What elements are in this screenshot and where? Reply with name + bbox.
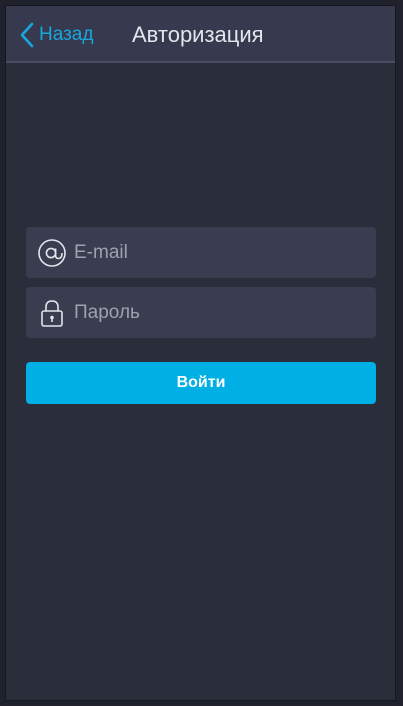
password-field-container[interactable] xyxy=(26,287,376,338)
login-button[interactable]: Войти xyxy=(26,362,376,404)
back-button[interactable]: Назад xyxy=(20,20,93,50)
email-field-container[interactable] xyxy=(26,227,376,278)
password-input[interactable] xyxy=(74,301,354,324)
lock-icon xyxy=(37,298,67,328)
login-screen: Назад Авторизация Войти xyxy=(5,5,396,701)
email-input[interactable] xyxy=(74,241,354,264)
at-icon xyxy=(37,238,67,268)
app-header: Назад Авторизация xyxy=(6,6,395,63)
chevron-left-icon xyxy=(20,22,34,48)
page-title: Авторизация xyxy=(132,22,264,47)
back-button-label: Назад xyxy=(39,24,94,45)
